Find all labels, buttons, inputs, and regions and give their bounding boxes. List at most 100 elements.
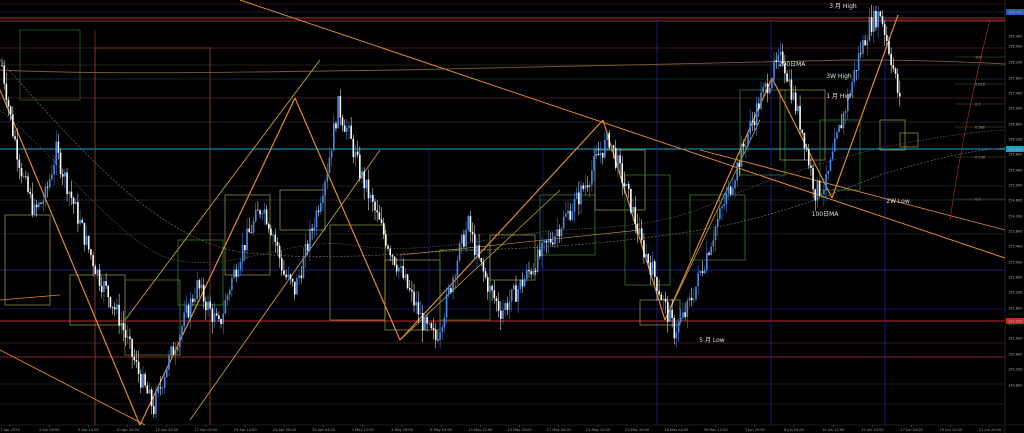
candle-body <box>513 285 515 290</box>
candle-body <box>200 284 203 289</box>
x-tick-label: 17 Jun 04:00 <box>900 428 922 432</box>
candle-body <box>892 65 895 69</box>
candle-body <box>693 299 695 301</box>
fib-level-label: 0.618 <box>975 83 985 87</box>
candle-body <box>419 312 422 315</box>
candle-body <box>656 276 658 291</box>
candle-body <box>244 244 246 251</box>
candle-body <box>241 244 244 262</box>
candle-body <box>467 216 470 230</box>
candle-body <box>491 285 493 291</box>
x-tick-label: 3 Apr 04:00 <box>39 428 60 432</box>
candle-body <box>283 270 285 275</box>
candle-body <box>877 11 879 28</box>
price-tag-label: 157.154 <box>1008 148 1023 152</box>
candle-body <box>356 151 359 155</box>
x-tick-label: 17 Apr 04:00 <box>195 428 218 432</box>
y-tick-label: 155.000 <box>1008 184 1022 188</box>
candle-body <box>786 73 788 82</box>
y-tick-label: 154.200 <box>1008 215 1022 219</box>
candle-body <box>309 228 311 251</box>
candle-body <box>51 174 53 180</box>
candle-body <box>818 180 821 196</box>
candle-body <box>361 171 363 179</box>
chart-root: 100 0.618 0.5 0.382 0.236 0.0 3 月 High 200日MA 3W… <box>0 0 1024 433</box>
candle-body <box>450 288 452 293</box>
candle-body <box>222 313 225 324</box>
candle-body <box>599 152 602 156</box>
candle-body <box>81 219 84 223</box>
candle-body <box>267 224 270 229</box>
candle-body <box>57 141 60 153</box>
y-tick-label: 157.000 <box>1008 107 1022 111</box>
candle-body <box>517 289 519 302</box>
candle-body <box>586 185 589 188</box>
candle-body <box>53 164 55 175</box>
candle-body <box>749 121 751 134</box>
candle-body <box>406 274 409 289</box>
candle-body <box>367 179 370 199</box>
candle-body <box>333 123 335 151</box>
candle-body <box>766 83 769 94</box>
candle-body <box>899 92 901 97</box>
candle-body <box>521 280 524 287</box>
candle-body <box>311 228 313 231</box>
candle-body <box>682 312 684 318</box>
candle-body <box>623 183 626 187</box>
candle-body <box>636 223 639 234</box>
candle-body <box>460 234 463 244</box>
candle-body <box>372 194 374 202</box>
candle-body <box>775 60 778 62</box>
candle-body <box>764 83 767 87</box>
candle-body <box>547 239 550 243</box>
candle-body <box>486 277 489 292</box>
x-tick-label: 19 Apr 12:00 <box>234 428 257 432</box>
candle-body <box>827 170 830 174</box>
candle-body <box>747 133 749 147</box>
candle-body <box>183 312 185 327</box>
x-tick-label: 3 Jun 20:00 <box>745 428 765 432</box>
candle-body <box>302 256 305 278</box>
candle-body <box>619 155 621 164</box>
candle-body <box>829 159 832 171</box>
chart-svg: 100 0.618 0.5 0.382 0.236 0.0 3 月 High 200日MA 3W… <box>0 0 1024 433</box>
candle-body <box>382 222 385 235</box>
y-tick-label: 156.200 <box>1008 138 1022 142</box>
x-tick-label: 5 Apr 12:00 <box>78 428 99 432</box>
candle-body <box>886 34 888 41</box>
candle-body <box>708 252 710 255</box>
candle-body <box>836 132 838 139</box>
candle-body <box>421 312 424 331</box>
candle-body <box>402 266 405 278</box>
candle-body <box>343 125 346 132</box>
candle-body <box>137 361 140 374</box>
candle-body <box>445 294 448 318</box>
y-tick-label: 153.000 <box>1008 261 1022 265</box>
y-tick-label: 153.800 <box>1008 230 1022 234</box>
candle-body <box>14 136 16 140</box>
candle-body <box>181 326 183 335</box>
candle-body <box>44 186 47 202</box>
candle-body <box>701 271 704 273</box>
candle-body <box>879 11 882 17</box>
candle-body <box>745 146 747 147</box>
candle-body <box>124 330 127 338</box>
candle-body <box>571 211 574 220</box>
candle-body <box>684 312 686 318</box>
candle-body <box>443 317 446 328</box>
candle-body <box>83 222 86 245</box>
candle-body <box>792 92 795 100</box>
candle-body <box>174 350 177 355</box>
candle-body <box>285 274 287 278</box>
candle-body <box>20 167 23 177</box>
candle-body <box>272 234 274 236</box>
candle-body <box>706 252 708 270</box>
candle-body <box>788 79 791 82</box>
candle-body <box>870 17 873 32</box>
candle-body <box>638 228 641 234</box>
candle-body <box>727 186 730 194</box>
candle-body <box>315 210 318 228</box>
candle-body <box>25 176 27 178</box>
candle-body <box>768 87 771 94</box>
y-tick-label: 150.200 <box>1008 368 1022 372</box>
